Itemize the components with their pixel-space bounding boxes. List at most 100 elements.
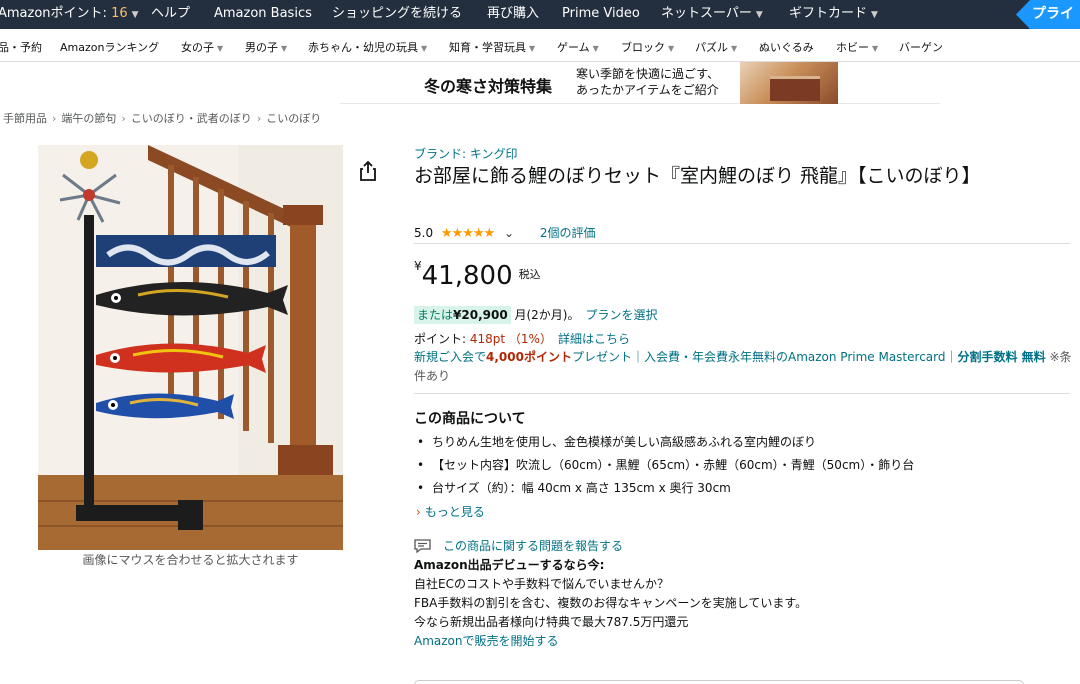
promo-points: 4,000ポイント bbox=[486, 350, 572, 364]
category-item[interactable]: 男の子 ▼ bbox=[245, 39, 287, 55]
nav-buy-again[interactable]: 再び購入 bbox=[487, 0, 539, 29]
points-value: 418pt （1%） bbox=[469, 332, 552, 346]
category-item[interactable]: ゲーム ▼ bbox=[557, 39, 599, 55]
chevron-down-icon: ▼ bbox=[668, 44, 675, 53]
category-item[interactable]: 女の子 ▼ bbox=[181, 39, 223, 55]
report-issue-label: この商品に関する問題を報告する bbox=[443, 539, 624, 553]
category-label: ゲーム bbox=[557, 41, 590, 54]
installment-row: または¥20,900 月(2か月)。 プランを選択 bbox=[414, 306, 658, 324]
list-item: ちりめん生地を使用し、金色模様が美しい高級感あふれる室内鯉のぼり bbox=[414, 432, 1064, 455]
points-details-link[interactable]: 詳細はこちら bbox=[558, 332, 630, 346]
list-item: 台サイズ（約）：幅 40cm x 高さ 135cm x 奥行 30cm bbox=[414, 478, 1064, 501]
installment-badge: または¥20,900 bbox=[414, 306, 511, 324]
top-nav: Amazonポイント: 16 ▼ ヘルプ Amazon Basics ショッピング… bbox=[0, 0, 1080, 29]
breadcrumb-item[interactable]: こいのぼり・武者のぼり bbox=[131, 112, 252, 125]
breadcrumb: 手節用品 › 端午の節句 › こいのぼり・武者のぼり › こいのぼり bbox=[3, 110, 321, 126]
list-item: 【セット内容】吹流し（60cm）・黒鯉（65cm）・赤鯉（60cm）・青鯉（50… bbox=[414, 455, 1064, 478]
promo-banner[interactable]: 冬の寒さ対策特集 寒い季節を快適に過ごす、 あったかアイテムをご紹介 bbox=[340, 62, 940, 104]
promo-fee-free: 分割手数料 無料 bbox=[957, 350, 1046, 364]
category-label: 女の子 bbox=[181, 41, 214, 54]
reviews-link[interactable]: 2個の評価 bbox=[540, 226, 596, 240]
category-item[interactable]: Amazonランキング bbox=[60, 39, 159, 55]
breadcrumb-separator: › bbox=[256, 112, 262, 125]
report-issue-link[interactable]: この商品に関する問題を報告する bbox=[414, 537, 623, 554]
chevron-down-icon: ▼ bbox=[131, 10, 139, 20]
nav-net-super-label: ネットスーパー bbox=[661, 6, 752, 21]
chevron-down-icon[interactable]: ⌄ bbox=[504, 226, 514, 240]
seller-promo: Amazon出品デビューするなら今: 自社ECのコストや手数料で悩んでいませんか… bbox=[414, 556, 1014, 651]
points-nav-item[interactable]: Amazonポイント: 16 ▼ bbox=[0, 0, 139, 29]
image-zoom-caption: 画像にマウスを合わせると拡大されます bbox=[82, 553, 299, 567]
see-more-label: もっと見る bbox=[424, 505, 485, 519]
nav-help[interactable]: ヘルプ bbox=[151, 0, 190, 29]
breadcrumb-item[interactable]: 端午の節句 bbox=[61, 112, 116, 125]
nav-gift-card[interactable]: ギフトカード ▼ bbox=[789, 0, 878, 29]
installment-prefix: または bbox=[417, 308, 454, 322]
points-value: 16 bbox=[111, 6, 128, 21]
koinobori-illustration bbox=[38, 145, 343, 550]
seller-heading: Amazon出品デビューするなら今: bbox=[414, 558, 605, 572]
nav-prime-video[interactable]: Prime Video bbox=[562, 0, 640, 29]
category-nav: 品・予約 Amazonランキング 女の子 ▼ 男の子 ▼ 赤ちゃん・幼児の玩具 ▼ 知… bbox=[0, 29, 1080, 62]
see-more-link[interactable]: › もっと見る bbox=[416, 503, 485, 520]
points-row: ポイント: 418pt （1%） 詳細はこちら bbox=[414, 330, 630, 347]
installment-amount: ¥20,900 bbox=[453, 308, 508, 322]
category-label: 知育・学習玩具 bbox=[449, 41, 526, 54]
nav-continue-shopping[interactable]: ショッピングを続ける bbox=[332, 0, 462, 29]
buy-box-edge bbox=[414, 680, 1024, 684]
chevron-down-icon: ▼ bbox=[281, 44, 288, 53]
category-item[interactable]: 知育・学習玩具 ▼ bbox=[449, 39, 535, 55]
start-selling-link[interactable]: Amazonで販売を開始する bbox=[414, 632, 1014, 651]
chevron-down-icon: ▼ bbox=[529, 44, 536, 53]
category-item[interactable]: 品・予約 bbox=[0, 39, 42, 55]
star-rating-icon[interactable]: ★★★★★ bbox=[441, 226, 495, 241]
divider bbox=[414, 393, 1070, 394]
nav-amazon-basics[interactable]: Amazon Basics bbox=[214, 0, 312, 29]
category-label: 赤ちゃん・幼児の玩具 bbox=[308, 41, 418, 54]
rating-row: 5.0 ★★★★★ ⌄ 2個の評価 bbox=[414, 224, 596, 241]
share-icon[interactable] bbox=[358, 160, 378, 182]
card-promo[interactable]: 新規ご入会で4,000ポイントプレゼント｜入会費・年会費永年無料のAmazon … bbox=[414, 348, 1074, 386]
category-label: パズル bbox=[695, 41, 728, 54]
banner-image bbox=[740, 62, 838, 104]
category-label: ブロック bbox=[621, 41, 665, 54]
chevron-down-icon: ▼ bbox=[755, 10, 763, 20]
chevron-down-icon: ▼ bbox=[592, 44, 599, 53]
nav-net-super[interactable]: ネットスーパー ▼ bbox=[661, 0, 763, 29]
price-currency: ¥ bbox=[414, 259, 422, 273]
seller-line: 自社ECのコストや手数料で悩んでいませんか？ bbox=[414, 577, 670, 591]
chevron-right-icon: › bbox=[416, 505, 421, 519]
chevron-down-icon: ▼ bbox=[217, 44, 224, 53]
category-item[interactable]: バーゲン bbox=[899, 39, 943, 55]
select-plan-link[interactable]: プランを選択 bbox=[586, 308, 658, 322]
promo-text: プレゼント｜入会費・年会費永年無料のAmazon Prime Mastercar… bbox=[571, 350, 958, 364]
banner-title: 冬の寒さ対策特集 bbox=[424, 77, 553, 96]
price-amount: 41,800 bbox=[421, 261, 513, 291]
feature-bullets: ちりめん生地を使用し、金色模様が美しい高級感あふれる室内鯉のぼり 【セット内容】… bbox=[414, 432, 1064, 501]
chevron-down-icon: ▼ bbox=[872, 44, 879, 53]
breadcrumb-separator: › bbox=[121, 112, 126, 125]
brand-link[interactable]: ブランド: キング印 bbox=[414, 145, 518, 162]
category-item[interactable]: ぬいぐるみ bbox=[759, 39, 814, 55]
category-item[interactable]: 赤ちゃん・幼児の玩具 ▼ bbox=[308, 39, 427, 55]
feedback-icon bbox=[414, 539, 431, 553]
product-title: お部屋に飾る鯉のぼりセット『室内鯉のぼり 飛龍』【こいのぼり】 bbox=[414, 165, 981, 187]
about-heading: この商品について bbox=[414, 411, 526, 427]
category-item[interactable]: ブロック ▼ bbox=[621, 39, 674, 55]
installment-suffix: 月(2か月)。 bbox=[510, 308, 580, 322]
tax-label: 税込 bbox=[518, 268, 541, 281]
prime-badge[interactable]: プライ bbox=[1016, 0, 1080, 29]
points-label: Amazonポイント: bbox=[0, 6, 112, 21]
breadcrumb-item[interactable]: 手節用品 bbox=[3, 112, 47, 125]
category-label: ホビー bbox=[836, 41, 869, 54]
product-image[interactable] bbox=[38, 145, 343, 550]
breadcrumb-item[interactable]: こいのぼり bbox=[266, 112, 321, 125]
chevron-down-icon: ▼ bbox=[421, 44, 428, 53]
promo-text: 新規ご入会で bbox=[414, 350, 487, 364]
rating-score: 5.0 bbox=[414, 226, 434, 240]
category-item[interactable]: パズル ▼ bbox=[695, 39, 737, 55]
category-item[interactable]: ホビー ▼ bbox=[836, 39, 878, 55]
chevron-down-icon: ▼ bbox=[731, 44, 738, 53]
seller-line: 今なら新規出品者様向け特典で最大787.5万円還元 bbox=[414, 615, 689, 629]
nav-gift-card-label: ギフトカード bbox=[789, 6, 868, 21]
